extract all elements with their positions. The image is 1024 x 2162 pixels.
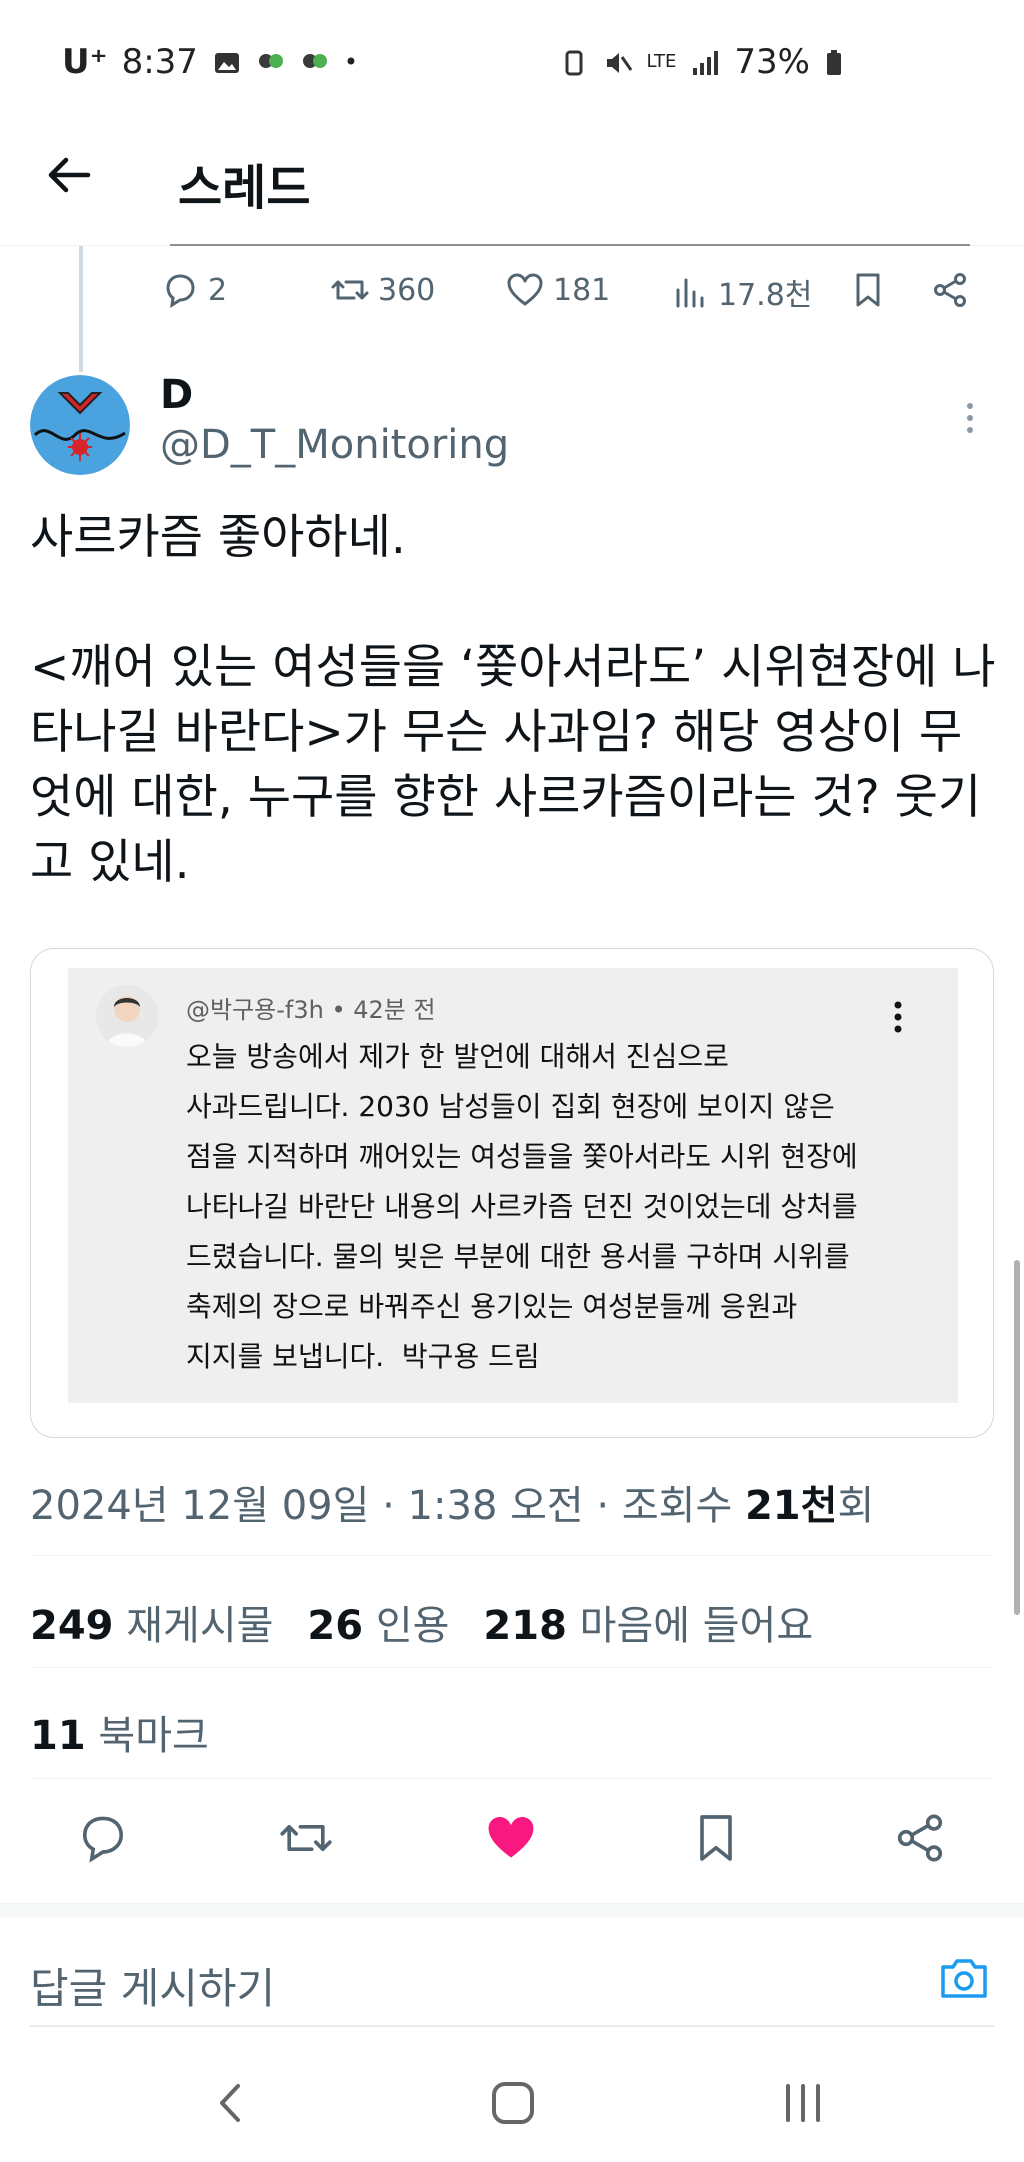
section-separator [0,1903,1024,1918]
camera-icon[interactable] [938,1952,990,2004]
prev-views-count: 17.8천 [718,278,813,313]
previous-media-edge [170,244,970,246]
prev-retweet-count: 360 [378,272,436,308]
gallery-notification-icon [212,47,242,77]
prev-like-button[interactable]: 181 [505,270,610,310]
tweet-action-bar [0,1810,1024,1870]
bookmarks-label: 북마크 [98,1713,209,1759]
status-bar: U⁺ 8:37 • LTE 73% [0,0,1024,130]
battery-percent: 73% [734,42,810,82]
share-icon [897,1814,943,1862]
retweet-icon [280,1824,332,1852]
reply-button[interactable] [75,1810,131,1866]
comment-text: 오늘 방송에서 제가 한 발언에 대해서 진심으로 사과드립니다. 2030 남… [186,1040,858,1373]
divider [30,1667,994,1668]
top-app-bar [0,130,1024,246]
comment-more-icon [893,997,903,1037]
view-count: 21천 [744,1483,838,1529]
recents-nav-icon[interactable] [780,2080,826,2126]
retweet-button[interactable] [278,1810,334,1866]
reply-icon [166,274,195,308]
bookmarks-stat[interactable]: 11 북마크 [30,1703,209,1761]
quotes-stat[interactable]: 26 인용 [307,1593,449,1651]
bookmark-icon [856,273,880,307]
likes-stat[interactable]: 218 마음에 들어요 [483,1593,813,1651]
heart-filled-icon [488,1817,534,1858]
mute-icon [603,47,633,77]
timestamp-text: 2024년 12월 09일 · 1:38 오전 · 조회수 [30,1483,745,1529]
app-notification-icon-2 [300,47,330,77]
share-icon [934,273,966,307]
author-name[interactable]: D [160,372,193,418]
prev-share-button[interactable] [930,270,970,310]
home-nav-icon[interactable] [490,2080,536,2126]
back-nav-icon[interactable] [210,2078,250,2128]
tweet-text: 사르카즘 좋아하네. <깨어 있는 여성들을 ‘쫓아서라도’ 시위현장에 나타나… [30,510,996,890]
clock: 8:37 [121,42,198,82]
divider [30,1555,994,1556]
reply-underline [30,2025,994,2027]
back-arrow-icon[interactable] [44,150,94,200]
reply-icon [82,1816,124,1863]
scrollbar-thumb[interactable] [1014,1260,1020,1615]
bookmark-button[interactable] [688,1810,744,1866]
divider [30,1778,994,1779]
comment-author-avatar [96,985,158,1047]
prev-like-count: 181 [553,272,611,308]
view-count-suffix: 회 [837,1483,875,1529]
heart-icon [507,273,543,306]
carrier-label: U⁺ [62,42,108,82]
quotes-count: 26 [307,1603,364,1649]
author-avatar[interactable] [30,375,130,475]
prev-bookmark-button[interactable] [848,270,888,310]
more-options-icon[interactable] [960,398,980,438]
bookmarks-count: 11 [30,1713,86,1759]
engagement-stats: 249 재게시물 26 인용 218 마음에 들어요 [30,1593,813,1651]
retweet-icon [331,280,369,300]
more-notifications-dot-icon: • [343,48,359,76]
comment-meta: @박구용-f3h • 42분 전 [186,996,436,1024]
retweets-stat[interactable]: 249 재게시물 [30,1593,273,1651]
like-button[interactable] [483,1810,539,1866]
page-title: 스레드 [178,160,311,216]
quotes-label: 인용 [375,1603,450,1649]
prev-views-button[interactable]: 17.8천 [670,270,812,314]
prev-retweet-button[interactable]: 360 [330,270,435,310]
reply-input[interactable]: 답글 게시하기 [30,1955,275,2016]
signal-icon [690,47,720,77]
author-handle[interactable]: @D_T_Monitoring [160,422,509,468]
tweet-timestamp: 2024년 12월 09일 · 1:38 오전 · 조회수 21천회 [30,1473,874,1531]
likes-label: 마음에 들어요 [579,1603,814,1649]
bookmark-icon [700,1815,732,1861]
network-type-label: LTE [646,51,677,72]
likes-count: 218 [483,1603,567,1649]
battery-icon [824,47,854,77]
retweets-count: 249 [30,1603,114,1649]
app-notification-icon [256,47,286,77]
prev-reply-button[interactable]: 2 [160,270,227,310]
share-button[interactable] [892,1810,948,1866]
views-chart-icon [676,278,704,308]
battery-saver-icon [559,47,589,77]
previous-tweet-actions: 2 360 181 17.8천 [160,270,980,320]
retweets-label: 재게시물 [126,1603,274,1649]
thread-connector-line [79,246,83,372]
prev-reply-count: 2 [208,272,228,308]
system-navigation-bar [0,2040,1024,2162]
